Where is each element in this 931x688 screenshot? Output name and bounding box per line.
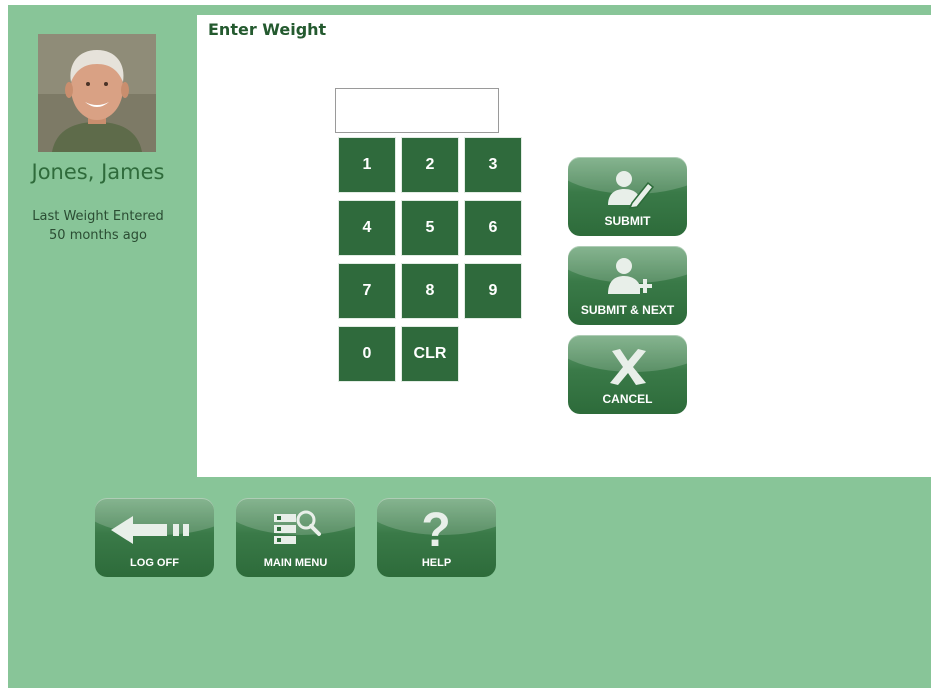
- submit-and-next-button[interactable]: SUBMIT & NEXT: [568, 246, 687, 325]
- submit-button[interactable]: SUBMIT: [568, 157, 687, 236]
- user-edit-icon: [568, 165, 687, 209]
- keypad-9-button[interactable]: 9: [464, 263, 522, 319]
- submit-and-next-label: SUBMIT & NEXT: [580, 303, 675, 317]
- keypad-2-button[interactable]: 2: [401, 137, 459, 193]
- help-label: HELP: [421, 557, 452, 569]
- log-off-button[interactable]: LOG OFF: [95, 498, 214, 577]
- main-menu-button[interactable]: MAIN MENU: [236, 498, 355, 577]
- cancel-x-icon: [568, 343, 687, 387]
- last-weight-label: Last Weight Entered: [32, 209, 164, 224]
- keypad-5-button[interactable]: 5: [401, 200, 459, 256]
- menu-search-icon: [236, 506, 355, 550]
- svg-text:?: ?: [421, 506, 450, 550]
- keypad-8-button[interactable]: 8: [401, 263, 459, 319]
- keypad-3-button[interactable]: 3: [464, 137, 522, 193]
- user-add-icon: [568, 254, 687, 298]
- submit-label: SUBMIT: [604, 214, 651, 228]
- patient-photo: [38, 34, 156, 152]
- keypad-6-button[interactable]: 6: [464, 200, 522, 256]
- cancel-label: CANCEL: [602, 392, 653, 406]
- patient-name: Jones, James: [31, 160, 165, 184]
- keypad-4-button[interactable]: 4: [338, 200, 396, 256]
- main-menu-label: MAIN MENU: [263, 557, 328, 569]
- help-button[interactable]: ? HELP: [377, 498, 496, 577]
- back-arrow-icon: [95, 506, 214, 550]
- weight-input[interactable]: [335, 88, 499, 133]
- page-title: Enter Weight: [208, 20, 327, 39]
- main-panel: [197, 15, 931, 477]
- last-weight-info: Last Weight Entered 50 months ago: [0, 207, 196, 245]
- cancel-button[interactable]: CANCEL: [568, 335, 687, 414]
- question-mark-icon: ?: [377, 504, 496, 557]
- log-off-label: LOG OFF: [130, 557, 179, 569]
- keypad-1-button[interactable]: 1: [338, 137, 396, 193]
- keypad-7-button[interactable]: 7: [338, 263, 396, 319]
- keypad-0-button[interactable]: 0: [338, 326, 396, 382]
- last-weight-age: 50 months ago: [49, 228, 147, 243]
- keypad-clear-button[interactable]: CLR: [401, 326, 459, 382]
